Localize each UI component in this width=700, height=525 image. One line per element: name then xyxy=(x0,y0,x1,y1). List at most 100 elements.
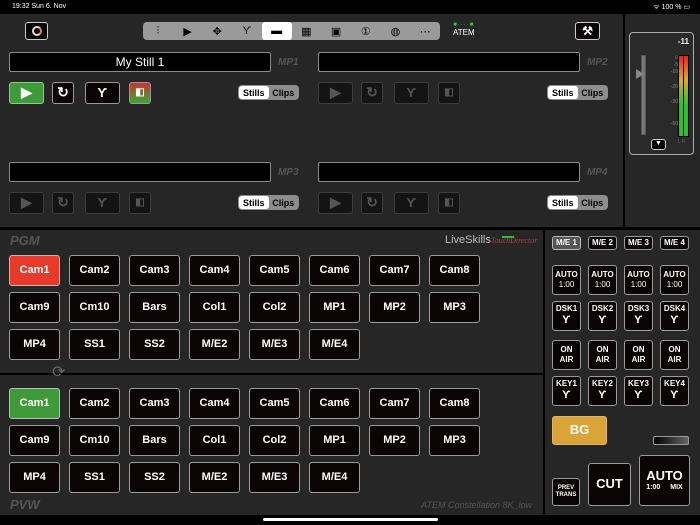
pgm-source-cam8[interactable]: Cam8 xyxy=(429,255,480,286)
play-button[interactable]: ▶ xyxy=(318,192,353,214)
stills-clips-toggle[interactable]: Stills Clips xyxy=(547,85,608,100)
fader-handle[interactable] xyxy=(636,69,644,79)
pvw-source-col2[interactable]: Col2 xyxy=(249,425,300,456)
pvw-source-me2[interactable]: M/E2 xyxy=(189,462,240,493)
dsk1-auto-button[interactable]: AUTO 1:00 xyxy=(552,265,581,295)
me-tab-4[interactable]: M/E 4 xyxy=(660,236,689,250)
pvw-source-col1[interactable]: Col1 xyxy=(189,425,240,456)
dsk3-tie-button[interactable]: DSK3 Ƴ xyxy=(624,301,653,331)
pgm-source-me4[interactable]: M/E4 xyxy=(309,329,360,360)
dsk1-on-air-button[interactable]: ON AIR xyxy=(552,340,581,370)
clip-name-field[interactable] xyxy=(318,162,580,182)
transition-button[interactable]: Ƴ xyxy=(394,82,429,104)
dsk4-tie-button[interactable]: DSK4 Ƴ xyxy=(660,301,689,331)
pgm-source-ss2[interactable]: SS2 xyxy=(129,329,180,360)
stills-option[interactable]: Stills xyxy=(239,196,269,209)
pvw-source-mp3[interactable]: MP3 xyxy=(429,425,480,456)
pgm-source-cam1[interactable]: Cam1 xyxy=(9,255,60,286)
pvw-source-cam8[interactable]: Cam8 xyxy=(429,388,480,419)
pvw-source-mp4[interactable]: MP4 xyxy=(9,462,60,493)
pvw-source-cm10[interactable]: Cm10 xyxy=(69,425,120,456)
pvw-source-cam5[interactable]: Cam5 xyxy=(249,388,300,419)
multiview-tab[interactable]: ▦ xyxy=(292,22,322,40)
pgm-source-mp1[interactable]: MP1 xyxy=(309,292,360,323)
stills-clips-toggle[interactable]: Stills Clips xyxy=(238,195,299,210)
loop-button[interactable]: ↻ xyxy=(52,82,74,104)
loop-button[interactable]: ↻ xyxy=(361,82,383,104)
pvw-source-cam9[interactable]: Cam9 xyxy=(9,425,60,456)
play-button[interactable]: ▶ xyxy=(9,82,44,104)
loop-button[interactable]: ↻ xyxy=(361,192,383,214)
transition-button[interactable]: Ƴ xyxy=(85,192,120,214)
meter-collapse-button[interactable]: ▼ xyxy=(651,139,666,150)
pgm-source-cam5[interactable]: Cam5 xyxy=(249,255,300,286)
pvw-source-bars[interactable]: Bars xyxy=(129,425,180,456)
key2-button[interactable]: KEY2 Ƴ xyxy=(588,376,617,406)
me-tab-2[interactable]: M/E 2 xyxy=(588,236,617,250)
auto-button[interactable]: AUTO 1:00 MIX xyxy=(639,455,690,506)
clip-name-field[interactable] xyxy=(9,162,271,182)
pvw-source-me3[interactable]: M/E3 xyxy=(249,462,300,493)
clips-option[interactable]: Clips xyxy=(578,196,608,209)
dsk3-auto-button[interactable]: AUTO 1:00 xyxy=(624,265,653,295)
dsk2-auto-button[interactable]: AUTO 1:00 xyxy=(588,265,617,295)
hammer-button[interactable]: ⚒ xyxy=(575,22,600,40)
pvw-source-me4[interactable]: M/E4 xyxy=(309,462,360,493)
pgm-source-cam9[interactable]: Cam9 xyxy=(9,292,60,323)
pgm-source-mp4[interactable]: MP4 xyxy=(9,329,60,360)
pvw-source-ss1[interactable]: SS1 xyxy=(69,462,120,493)
play-button[interactable]: ▶ xyxy=(318,82,353,104)
pgm-source-mp3[interactable]: MP3 xyxy=(429,292,480,323)
pgm-source-col2[interactable]: Col2 xyxy=(249,292,300,323)
pgm-source-cam4[interactable]: Cam4 xyxy=(189,255,240,286)
stills-option[interactable]: Stills xyxy=(548,86,578,99)
move-tab[interactable]: ✥ xyxy=(202,22,232,40)
me-tab-1[interactable]: M/E 1 xyxy=(552,236,581,250)
dsk4-auto-button[interactable]: AUTO 1:00 xyxy=(660,265,689,295)
bg-button[interactable]: BG xyxy=(552,416,607,445)
media-status-button[interactable]: ◧ xyxy=(129,192,151,214)
pvw-source-cam6[interactable]: Cam6 xyxy=(309,388,360,419)
me-tab-3[interactable]: M/E 3 xyxy=(624,236,653,250)
key1-button[interactable]: KEY1 Ƴ xyxy=(552,376,581,406)
pgm-source-bars[interactable]: Bars xyxy=(129,292,180,323)
transition-button[interactable]: Ƴ xyxy=(394,192,429,214)
pgm-source-mp2[interactable]: MP2 xyxy=(369,292,420,323)
pvw-source-cam2[interactable]: Cam2 xyxy=(69,388,120,419)
pgm-source-cam6[interactable]: Cam6 xyxy=(309,255,360,286)
pvw-source-cam1[interactable]: Cam1 xyxy=(9,388,60,419)
loop-button[interactable]: ↻ xyxy=(52,192,74,214)
transition-button[interactable]: Ƴ xyxy=(85,82,120,104)
stills-clips-toggle[interactable]: Stills Clips xyxy=(547,195,608,210)
audio-tab[interactable]: ◍ xyxy=(381,22,411,40)
macro-tab[interactable]: ① xyxy=(351,22,381,40)
pvw-source-mp1[interactable]: MP1 xyxy=(309,425,360,456)
play-button[interactable]: ▶ xyxy=(9,192,44,214)
clip-name-field[interactable]: My Still 1 xyxy=(9,52,271,72)
swap-icon[interactable]: ⟳ xyxy=(52,362,65,382)
dsk3-on-air-button[interactable]: ON AIR xyxy=(624,340,653,370)
pgm-source-cam3[interactable]: Cam3 xyxy=(129,255,180,286)
pvw-source-mp2[interactable]: MP2 xyxy=(369,425,420,456)
clip-name-field[interactable] xyxy=(318,52,580,72)
key3-button[interactable]: KEY3 Ƴ xyxy=(624,376,653,406)
pgm-source-cam2[interactable]: Cam2 xyxy=(69,255,120,286)
pgm-source-col1[interactable]: Col1 xyxy=(189,292,240,323)
pgm-source-cam7[interactable]: Cam7 xyxy=(369,255,420,286)
dsk4-on-air-button[interactable]: ON AIR xyxy=(660,340,689,370)
key4-button[interactable]: KEY4 Ƴ xyxy=(660,376,689,406)
media-status-button[interactable]: ◧ xyxy=(438,192,460,214)
clips-option[interactable]: Clips xyxy=(269,196,299,209)
media-status-button[interactable]: ◧ xyxy=(129,82,151,104)
more-tab[interactable]: ⋯ xyxy=(410,22,440,40)
media-player-tab[interactable]: ▬ xyxy=(261,22,292,40)
supersource-tab[interactable]: ▣ xyxy=(321,22,351,40)
pvw-source-cam4[interactable]: Cam4 xyxy=(189,388,240,419)
t-bar-slider[interactable] xyxy=(653,436,689,445)
stills-option[interactable]: Stills xyxy=(239,86,269,99)
stills-option[interactable]: Stills xyxy=(548,196,578,209)
clips-option[interactable]: Clips xyxy=(269,86,299,99)
pvw-source-cam7[interactable]: Cam7 xyxy=(369,388,420,419)
dsk2-tie-button[interactable]: DSK2 Ƴ xyxy=(588,301,617,331)
dsk1-tie-button[interactable]: DSK1 Ƴ xyxy=(552,301,581,331)
